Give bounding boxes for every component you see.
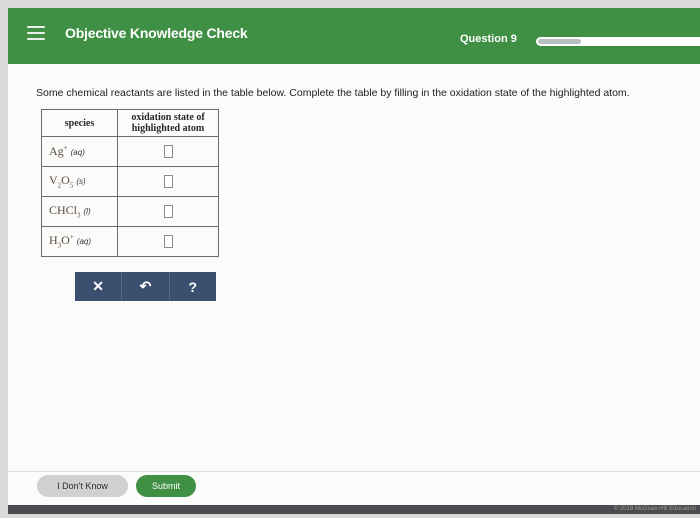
x-icon: ✕ [92, 278, 105, 294]
answer-input-chcl3[interactable] [163, 205, 173, 219]
column-header-species: species [41, 109, 118, 137]
species-v2o5: V2O5 (s) [41, 166, 118, 197]
bottom-bar: © 2018 McGraw-Hill Education [8, 505, 700, 514]
answer-input-v2o5[interactable] [163, 175, 173, 189]
app-title: Objective Knowledge Check [65, 25, 248, 41]
table-row: V2O5 (s) [41, 166, 219, 197]
table-row: H3O+ (aq) [41, 226, 219, 257]
table-row: CHCl3 (l) [41, 196, 219, 227]
answer-input-h3o[interactable] [163, 235, 173, 249]
question-prompt: Some chemical reactants are listed in th… [36, 87, 630, 99]
species-h3o-ion: H3O+ (aq) [41, 226, 118, 257]
hamburger-menu-icon[interactable] [27, 26, 45, 42]
app-screen: Objective Knowledge Check Question 9 Som… [8, 8, 700, 514]
question-number: Question 9 [460, 33, 517, 45]
question-mark-icon: ? [188, 278, 198, 295]
clear-button[interactable]: ✕ [75, 272, 123, 301]
answer-input-ag[interactable] [163, 145, 173, 159]
oxidation-state-table: species oxidation state of highlighted a… [41, 109, 219, 257]
species-ag-ion: Ag+ (aq) [41, 136, 118, 167]
answer-toolbar: ✕ ↶ ? [75, 272, 216, 301]
dont-know-button[interactable]: I Don't Know [37, 475, 128, 497]
column-header-oxidation-state: oxidation state of highlighted atom [117, 109, 219, 137]
species-chcl3: CHCl3 (l) [41, 196, 118, 227]
undo-icon: ↶ [139, 278, 152, 294]
top-header: Objective Knowledge Check Question 9 [8, 8, 700, 64]
copyright-text: © 2018 McGraw-Hill Education [613, 506, 696, 512]
help-button[interactable]: ? [170, 272, 216, 301]
progress-bar [536, 37, 700, 46]
progress-bar-fill [538, 39, 581, 44]
undo-button[interactable]: ↶ [122, 272, 170, 301]
table-row: Ag+ (aq) [41, 136, 219, 167]
submit-button[interactable]: Submit [136, 475, 196, 497]
